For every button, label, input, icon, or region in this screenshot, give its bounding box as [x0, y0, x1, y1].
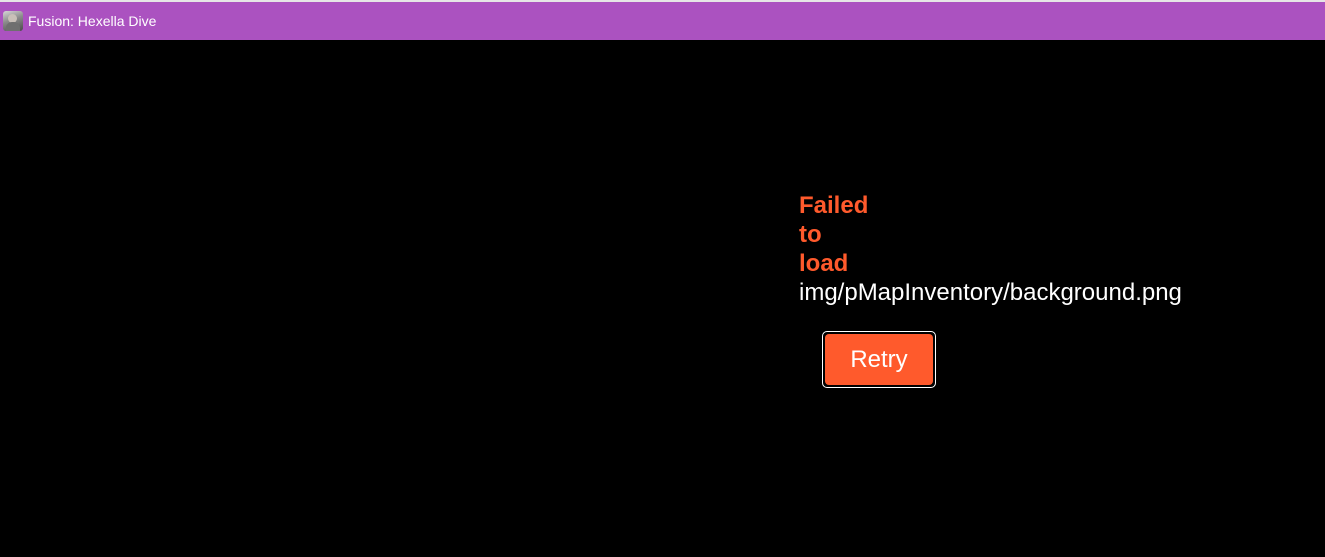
title-bar[interactable]: Fusion: Hexella Dive [0, 0, 1325, 40]
retry-button[interactable]: Retry [825, 334, 933, 385]
app-window: Fusion: Hexella Dive Failed to load img/… [0, 0, 1325, 557]
window-title: Fusion: Hexella Dive [28, 13, 157, 29]
retry-button-focus-ring: Retry [822, 331, 936, 388]
error-file-path: img/pMapInventory/background.png [799, 279, 1182, 306]
game-viewport: Failed to load img/pMapInventory/backgro… [0, 40, 1325, 557]
load-error-message: Failed to load img/pMapInventory/backgro… [799, 191, 1219, 307]
error-word-failed: Failed [799, 192, 869, 219]
app-avatar-icon [3, 11, 23, 31]
error-word-to: to [799, 221, 822, 248]
error-word-load: load [799, 250, 849, 277]
